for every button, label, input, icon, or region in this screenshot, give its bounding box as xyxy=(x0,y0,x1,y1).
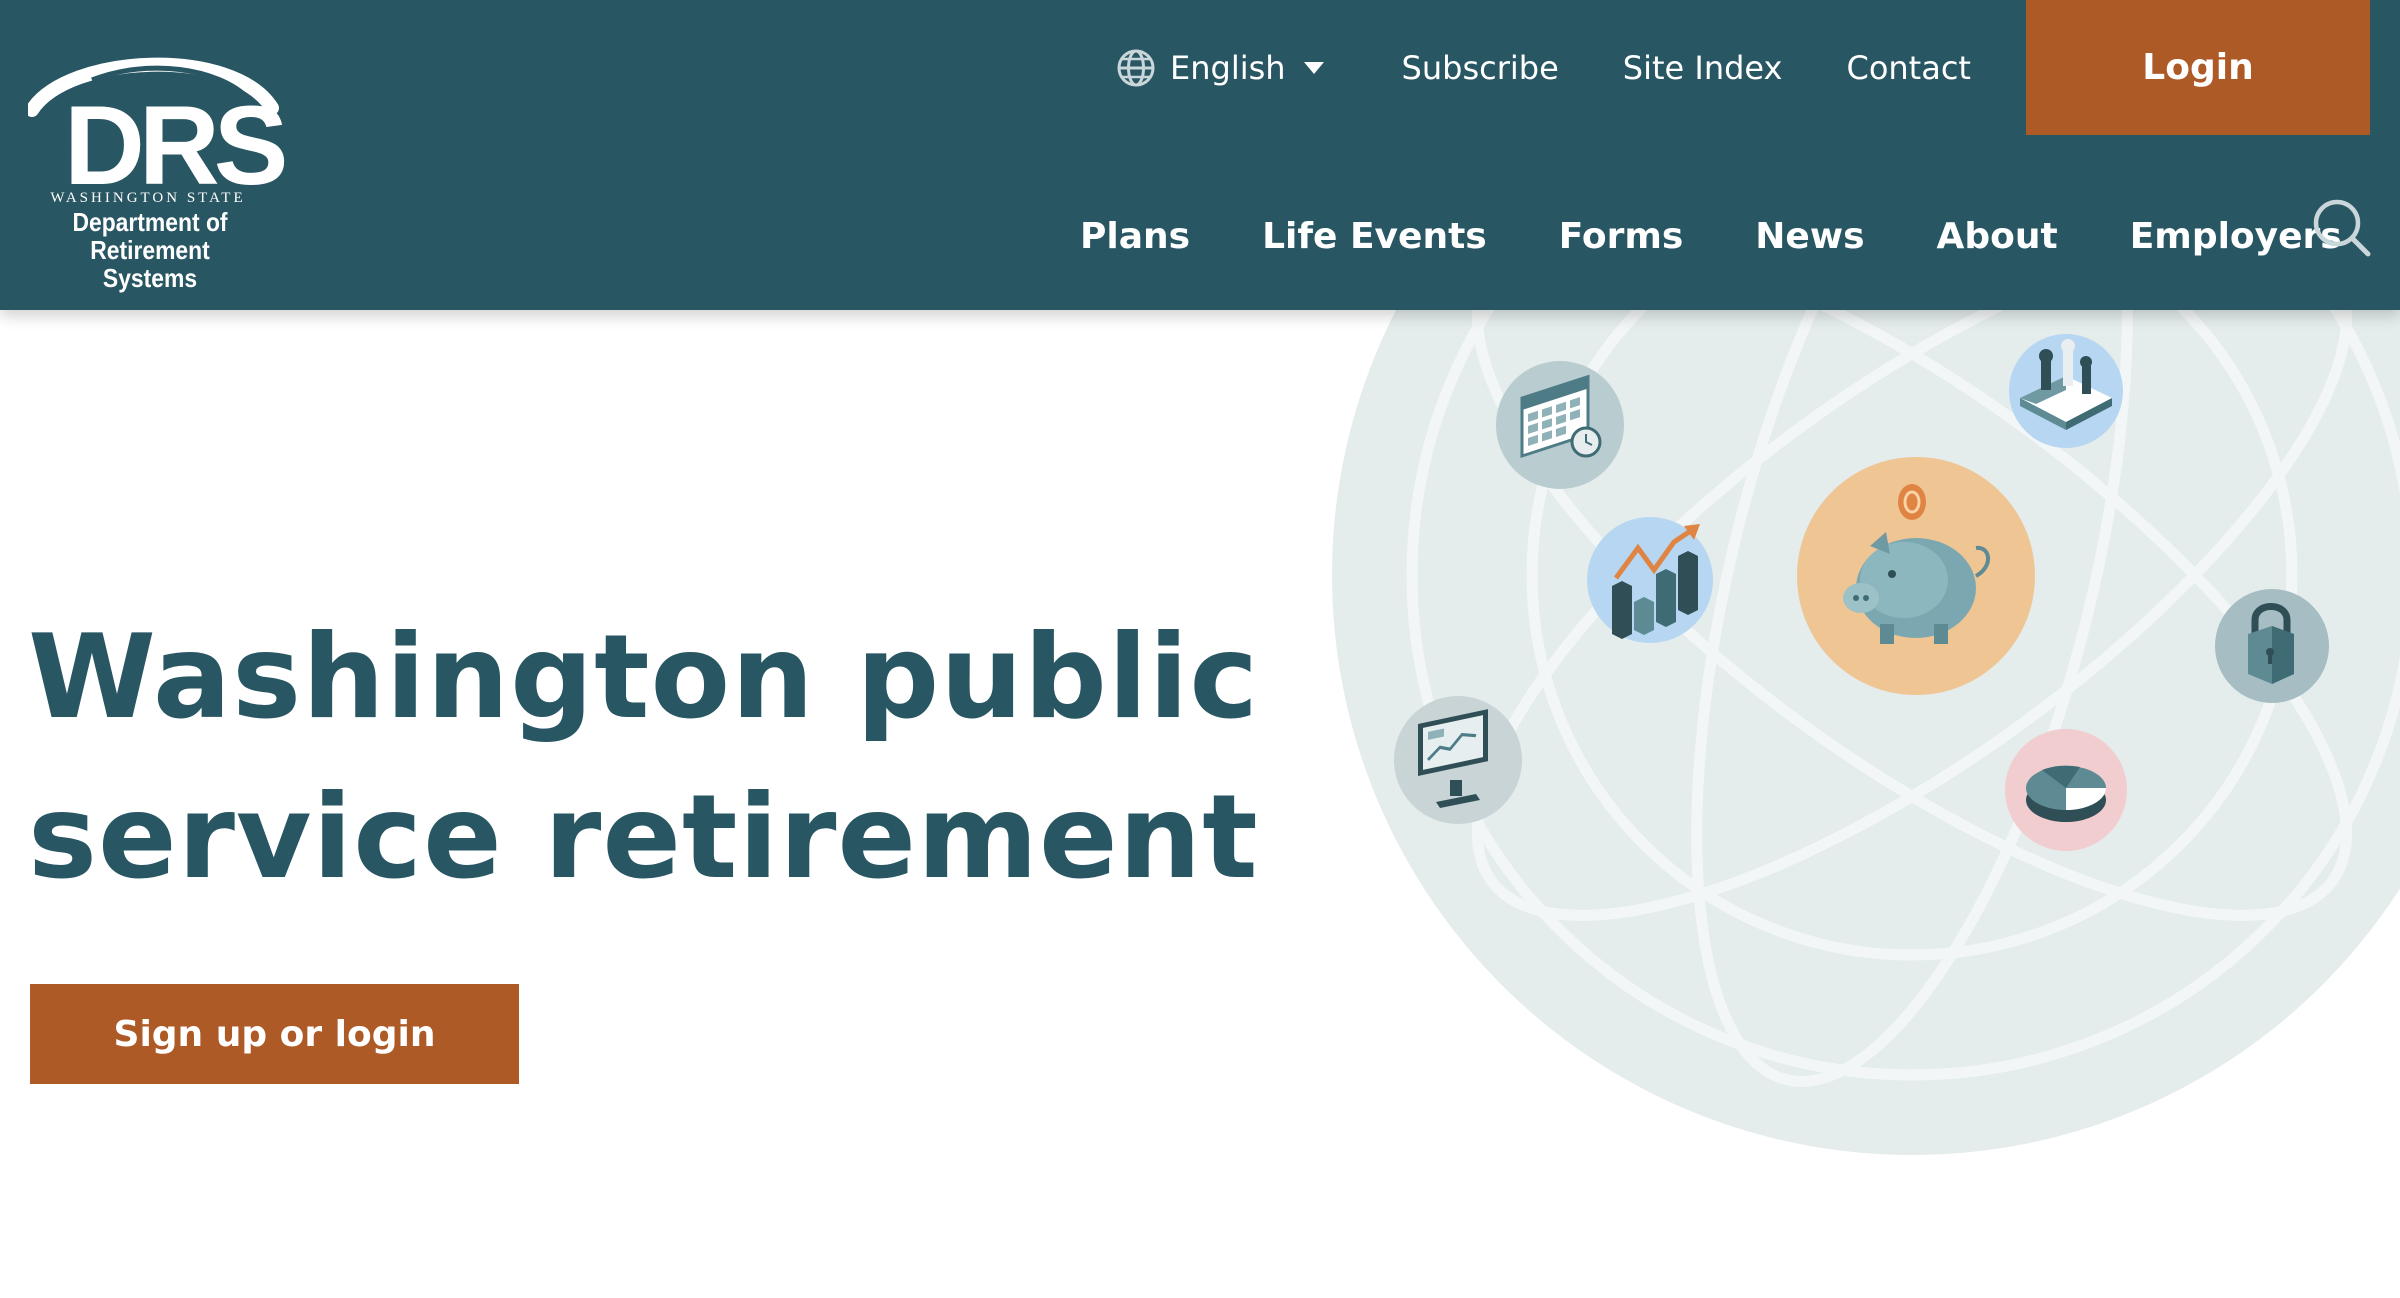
language-label: English xyxy=(1170,49,1286,87)
login-button[interactable]: Login xyxy=(2026,0,2370,135)
search-button[interactable] xyxy=(2310,196,2374,260)
logo-wordmark: DRS xyxy=(64,83,288,208)
logo-department-line1: Department of xyxy=(72,207,228,237)
search-icon xyxy=(2313,199,2371,257)
site-header: DRS WASHINGTON STATE Department of Retir… xyxy=(0,0,2400,310)
pie-chart-icon xyxy=(2005,729,2127,851)
nav-item-about[interactable]: About xyxy=(1937,216,2058,257)
language-selector[interactable]: English xyxy=(1116,48,1338,88)
drs-logo[interactable]: DRS WASHINGTON STATE Department of Retir… xyxy=(28,40,290,292)
piggy-bank-icon xyxy=(1797,457,2035,695)
nav-item-forms[interactable]: Forms xyxy=(1559,216,1684,257)
globe-icon xyxy=(1117,49,1155,87)
hero-title: Washington public service retirement xyxy=(28,598,1259,918)
caret-down-icon xyxy=(1303,62,1324,74)
nav-item-plans[interactable]: Plans xyxy=(1080,216,1190,257)
logo-department: Department of Retirement Systems xyxy=(43,208,258,292)
hero-title-line1: Washington public xyxy=(28,610,1260,745)
padlock-icon xyxy=(2215,589,2329,703)
main-nav: Plans Life Events Forms News About Emplo… xyxy=(1080,208,2400,264)
contact-link[interactable]: Contact xyxy=(1846,49,1971,87)
computer-monitor-icon xyxy=(1394,696,1522,824)
site-index-link[interactable]: Site Index xyxy=(1623,49,1783,87)
nav-item-life-events[interactable]: Life Events xyxy=(1262,216,1487,257)
subscribe-link[interactable]: Subscribe xyxy=(1402,49,1559,87)
hero-illustration xyxy=(1332,230,2400,1155)
signup-login-button[interactable]: Sign up or login xyxy=(30,984,519,1084)
chess-icon xyxy=(2009,334,2123,448)
calendar-icon xyxy=(1496,361,1624,489)
logo-state: WASHINGTON STATE xyxy=(50,190,246,206)
logo-department-line2: Retirement Systems xyxy=(90,235,210,293)
utility-nav: English Subscribe Site Index Contact xyxy=(1116,40,2035,96)
hero-title-line2: service retirement xyxy=(28,770,1259,905)
growth-chart-icon xyxy=(1587,517,1713,643)
nav-item-news[interactable]: News xyxy=(1755,216,1864,257)
